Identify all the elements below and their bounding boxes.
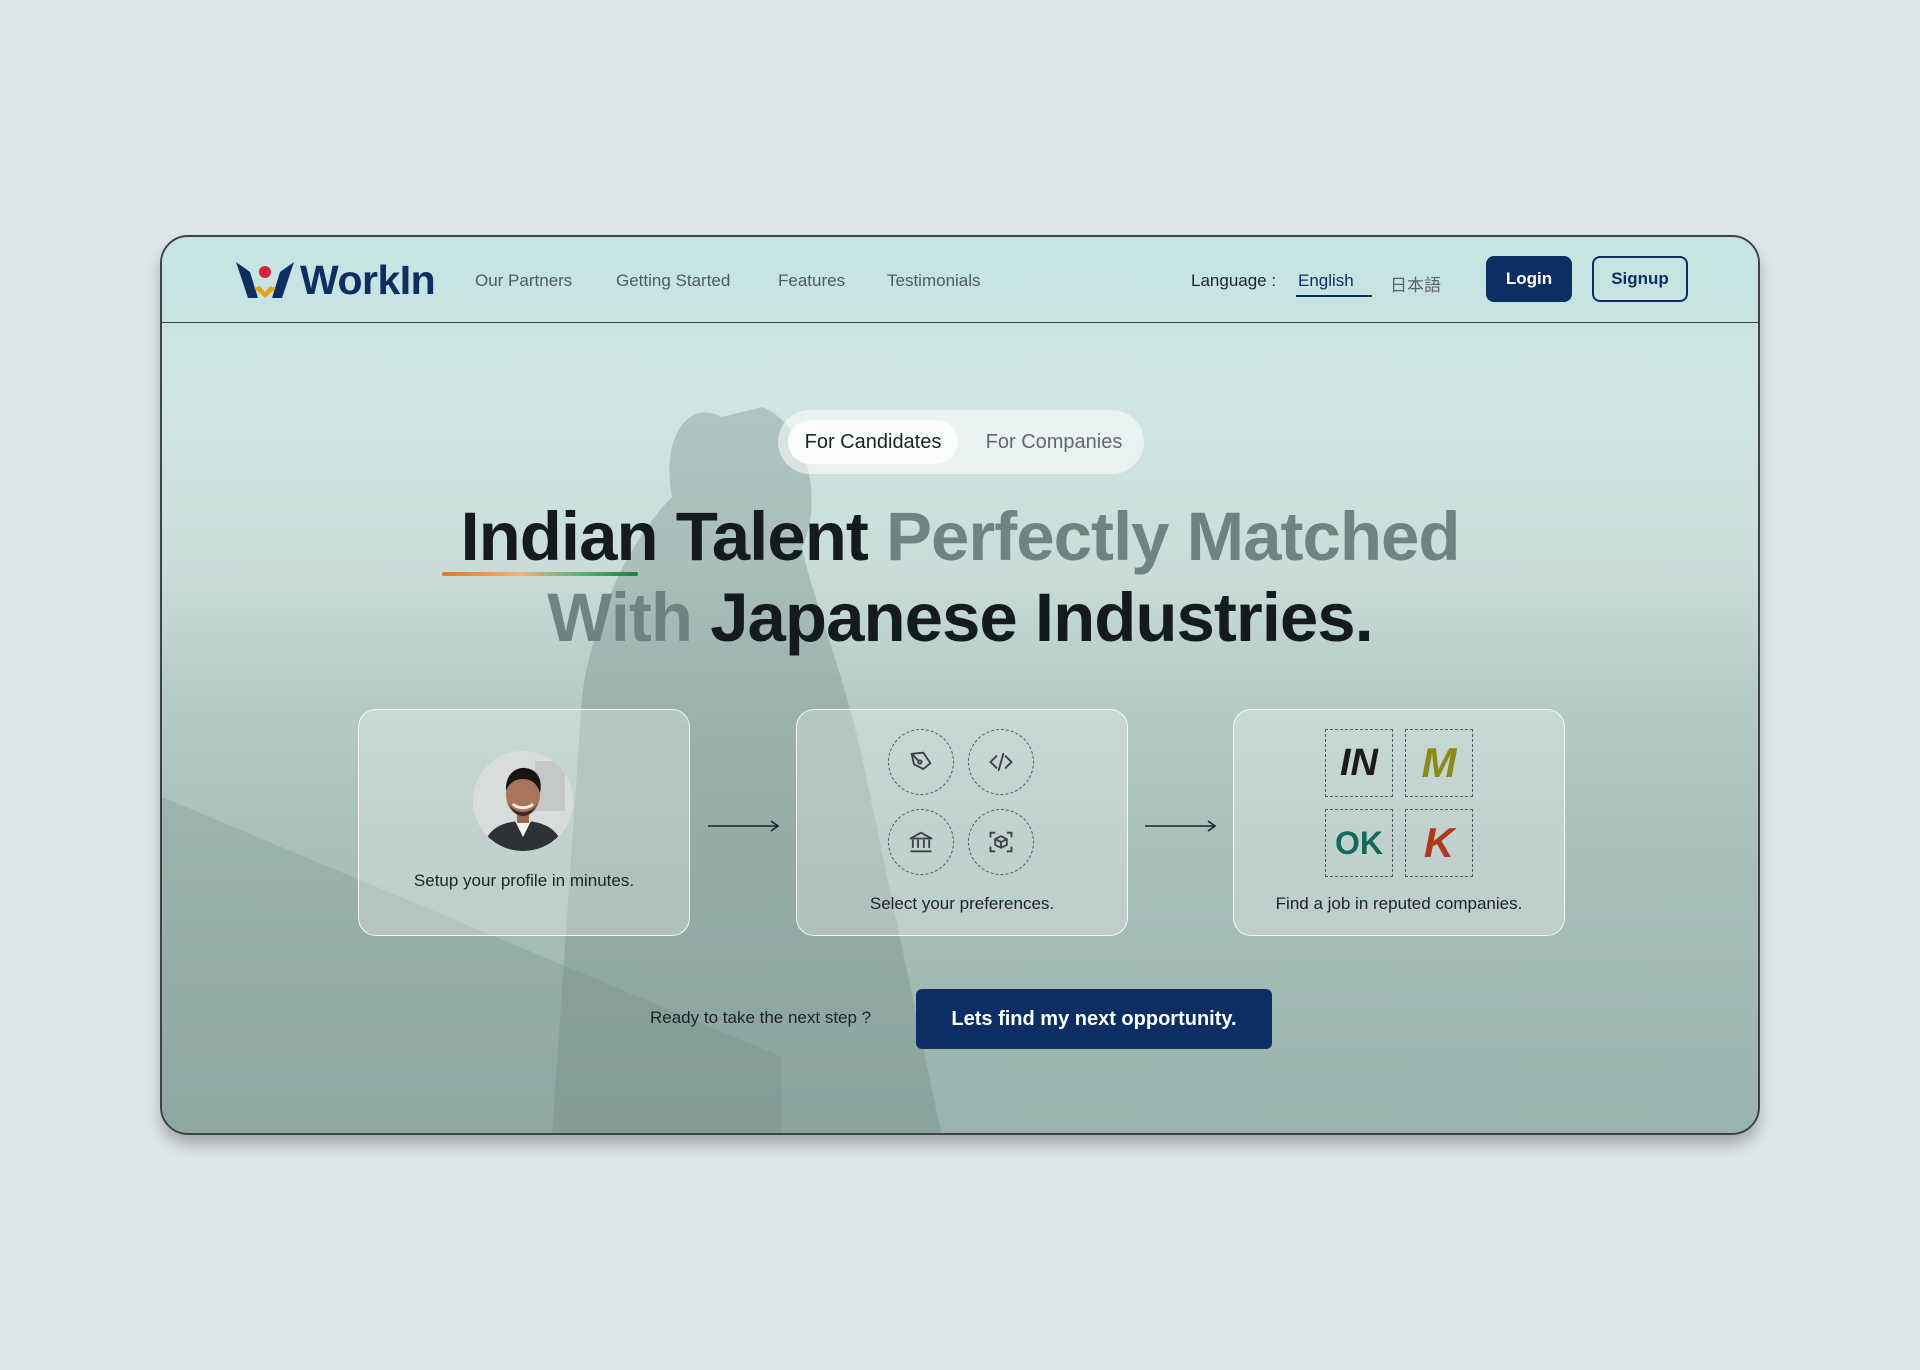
language-selected-indicator — [1296, 295, 1372, 297]
company-logo-k: K — [1405, 809, 1473, 877]
headline-indian-talent: Indian Talent — [460, 498, 868, 575]
nav-link-features[interactable]: Features — [778, 271, 845, 291]
browser-frame: WorkIn Our Partners Getting Started Feat… — [160, 235, 1760, 1135]
headline-japanese-industries: Japanese Industries. — [710, 579, 1374, 656]
step-profile-label: Setup your profile in minutes. — [413, 871, 635, 890]
language-label: Language : — [1191, 271, 1277, 290]
brand-name: WorkIn — [300, 256, 436, 303]
candidate-avatar — [473, 751, 573, 851]
workin-logo-icon — [236, 262, 294, 298]
language-option-english[interactable]: English — [1298, 271, 1354, 291]
top-navbar: WorkIn Our Partners Getting Started Feat… — [162, 237, 1758, 323]
tab-for-candidates[interactable]: For Candidates — [788, 420, 958, 464]
step-companies-label: Find a job in reputed companies. — [1275, 894, 1523, 913]
signup-button[interactable]: Signup — [1592, 256, 1688, 302]
step-card-companies: IN M OK K Find a job in reputed companie… — [1233, 709, 1565, 936]
find-opportunity-button[interactable]: Lets find my next opportunity. — [916, 989, 1272, 1049]
login-button[interactable]: Login — [1486, 256, 1572, 302]
nav-link-our-partners[interactable]: Our Partners — [475, 271, 572, 291]
arrow-right-icon — [708, 820, 780, 832]
step-card-profile: Setup your profile in minutes. — [358, 709, 690, 936]
pen-tool-icon — [888, 729, 954, 795]
company-logo-ok: OK — [1325, 809, 1393, 877]
audience-toggle: For Candidates For Companies — [778, 410, 1144, 474]
tab-for-companies[interactable]: For Companies — [974, 420, 1134, 464]
company-logo-m: M — [1405, 729, 1473, 797]
arrow-right-icon — [1145, 820, 1217, 832]
hero-headline-line-2: With Japanese Industries. — [162, 578, 1758, 658]
headline-with: With — [547, 579, 693, 656]
hero-headline-line-1: Indian Talent Perfectly Matched — [162, 497, 1758, 577]
headline-perfectly-matched: Perfectly Matched — [886, 498, 1461, 575]
bank-icon — [888, 809, 954, 875]
cta-prompt: Ready to take the next step ? — [650, 1008, 872, 1027]
company-logo-in: IN — [1325, 729, 1393, 797]
code-icon — [968, 729, 1034, 795]
language-option-japanese[interactable]: 日本語 — [1390, 271, 1441, 296]
nav-link-testimonials[interactable]: Testimonials — [887, 271, 981, 291]
nav-link-getting-started[interactable]: Getting Started — [616, 271, 730, 291]
headline-underline-accent — [442, 572, 638, 576]
cube-scan-icon — [968, 809, 1034, 875]
step-card-preferences: Select your preferences. — [796, 709, 1128, 936]
step-preferences-label: Select your preferences. — [869, 894, 1055, 913]
brand-logo[interactable]: WorkIn — [234, 256, 436, 303]
